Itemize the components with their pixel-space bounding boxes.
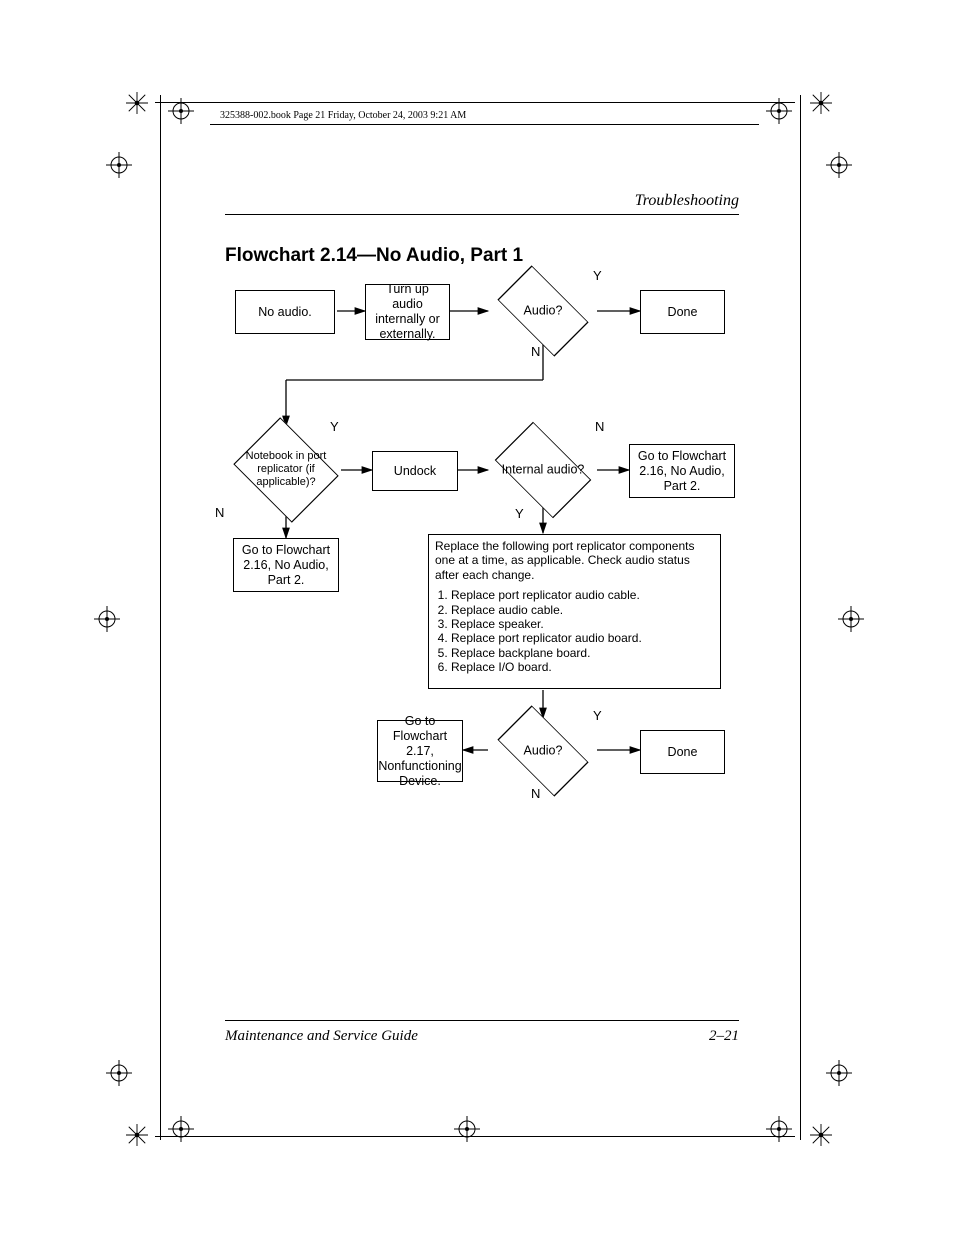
page: 325388-002.book Page 21 Friday, October …	[0, 0, 954, 1235]
reg-target-icon	[168, 98, 194, 124]
reg-target-icon	[826, 1060, 852, 1086]
replace-step: Replace audio cable.	[451, 603, 714, 617]
node-turn-up-audio: Turn up audio internally or externally.	[365, 284, 450, 340]
reg-target-icon	[826, 152, 852, 178]
print-metadata: 325388-002.book Page 21 Friday, October …	[220, 110, 466, 121]
chapter-title: Troubleshooting	[635, 192, 739, 210]
reg-mark-icon	[126, 92, 148, 114]
decision-port-replicator: Notebook in port replicator (if applicab…	[231, 426, 341, 514]
decision-internal-audio: Internal audio?	[488, 432, 598, 508]
edge-label-y: Y	[330, 419, 339, 434]
node-goto-216-left: Go to Flowchart 2.16, No Audio, Part 2.	[233, 538, 339, 592]
footer-book-title: Maintenance and Service Guide	[225, 1028, 418, 1045]
replace-intro-text: Replace the following port replicator co…	[435, 539, 714, 582]
node-replace-components: Replace the following port replicator co…	[428, 534, 721, 689]
decision-audio-1-label: Audio?	[488, 304, 598, 319]
divider	[210, 124, 759, 125]
reg-target-icon	[94, 606, 120, 632]
edge-label-n: N	[531, 786, 540, 801]
replace-step: Replace port replicator audio cable.	[451, 588, 714, 602]
edge-label-y: Y	[593, 268, 602, 283]
reg-target-icon	[454, 1116, 480, 1142]
replace-step: Replace backplane board.	[451, 646, 714, 660]
replace-step: Replace speaker.	[451, 617, 714, 631]
reg-target-icon	[838, 606, 864, 632]
node-no-audio: No audio.	[235, 290, 335, 334]
reg-target-icon	[766, 98, 792, 124]
reg-target-icon	[106, 1060, 132, 1086]
edge-label-y: Y	[593, 708, 602, 723]
node-goto-217: Go to Flowchart 2.17, Nonfunctioning Dev…	[377, 720, 463, 782]
edge-label-y: Y	[515, 506, 524, 521]
node-done-2: Done	[640, 730, 725, 774]
divider	[225, 1020, 739, 1021]
decision-audio-1: Audio?	[488, 278, 598, 344]
reg-mark-icon	[810, 92, 832, 114]
decision-port-replicator-label: Notebook in port replicator (if applicab…	[231, 450, 341, 490]
node-undock: Undock	[372, 451, 458, 491]
edge-label-n: N	[595, 419, 604, 434]
reg-target-icon	[106, 152, 132, 178]
divider	[225, 214, 739, 215]
decision-audio-2: Audio?	[488, 718, 598, 784]
replace-step: Replace port replicator audio board.	[451, 631, 714, 645]
decision-audio-2-label: Audio?	[488, 744, 598, 759]
footer-page-number: 2–21	[709, 1028, 739, 1045]
node-done-1: Done	[640, 290, 725, 334]
edge-label-n: N	[215, 505, 224, 520]
reg-target-icon	[168, 1116, 194, 1142]
reg-target-icon	[766, 1116, 792, 1142]
node-goto-216-right: Go to Flowchart 2.16, No Audio, Part 2.	[629, 444, 735, 498]
reg-mark-icon	[126, 1124, 148, 1146]
flowchart-title: Flowchart 2.14—No Audio, Part 1	[225, 245, 523, 267]
flowchart: No audio. Turn up audio internally or ex…	[225, 270, 740, 810]
replace-step: Replace I/O board.	[451, 660, 714, 674]
decision-internal-audio-label: Internal audio?	[488, 463, 598, 478]
edge-label-n: N	[531, 344, 540, 359]
reg-mark-icon	[810, 1124, 832, 1146]
